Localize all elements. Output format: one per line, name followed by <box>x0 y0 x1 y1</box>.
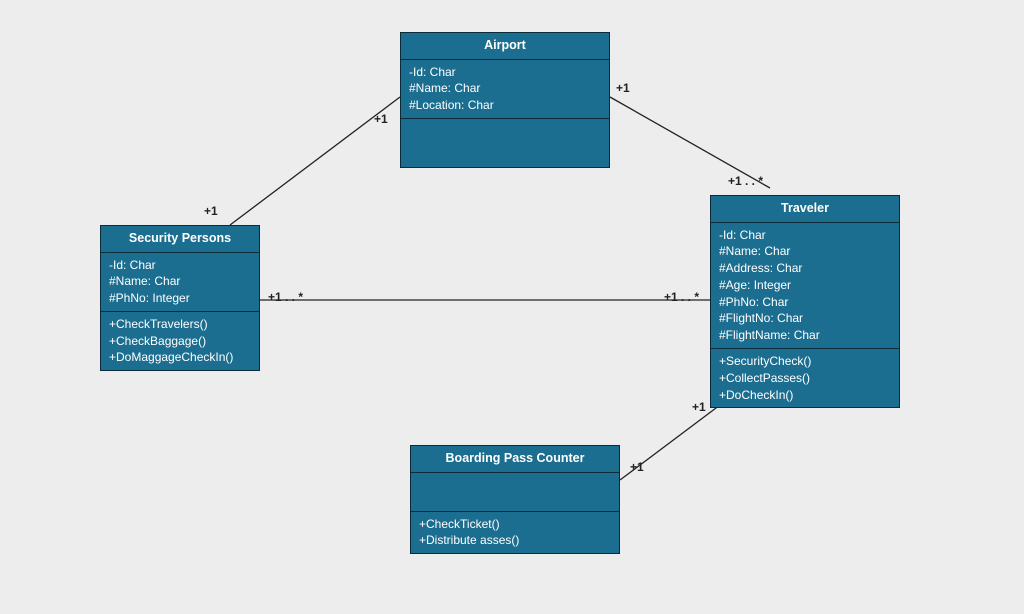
attribute: #Name: Char <box>719 243 891 260</box>
method: +DoCheckIn() <box>719 387 891 404</box>
attribute: #Name: Char <box>109 273 251 290</box>
class-methods: +CheckTicket() +Distribute asses() <box>411 512 619 554</box>
attribute: #PhNo: Char <box>719 294 891 311</box>
multiplicity: +1 <box>204 204 218 218</box>
multiplicity: +1 <box>374 112 388 126</box>
multiplicity: +1 <box>616 81 630 95</box>
class-title: Traveler <box>711 196 899 223</box>
multiplicity: +1 . . * <box>728 174 763 188</box>
class-attributes: -Id: Char #Name: Char #Address: Char #Ag… <box>711 223 899 350</box>
method: +CheckTravelers() <box>109 316 251 333</box>
class-attributes: -Id: Char #Name: Char #PhNo: Integer <box>101 253 259 312</box>
attribute: #Name: Char <box>409 80 601 97</box>
attribute: #PhNo: Integer <box>109 290 251 307</box>
class-boarding-pass-counter: Boarding Pass Counter +CheckTicket() +Di… <box>410 445 620 554</box>
class-title: Airport <box>401 33 609 60</box>
class-title: Security Persons <box>101 226 259 253</box>
class-title: Boarding Pass Counter <box>411 446 619 473</box>
uml-class-diagram: { "classes": { "airport": { "title": "Ai… <box>0 0 1024 614</box>
method: +SecurityCheck() <box>719 353 891 370</box>
multiplicity: +1 <box>630 460 644 474</box>
attribute: -Id: Char <box>409 64 601 81</box>
method: +CheckTicket() <box>419 516 611 533</box>
class-methods: +SecurityCheck() +CollectPasses() +DoChe… <box>711 349 899 407</box>
class-attributes: -Id: Char #Name: Char #Location: Char <box>401 60 609 119</box>
class-security-persons: Security Persons -Id: Char #Name: Char #… <box>100 225 260 371</box>
attribute: #FlightName: Char <box>719 327 891 344</box>
attribute: #Location: Char <box>409 97 601 114</box>
multiplicity: +1 <box>692 400 706 414</box>
multiplicity: +1 . . * <box>664 290 699 304</box>
class-methods <box>401 119 609 167</box>
multiplicity: +1 . . * <box>268 290 303 304</box>
class-traveler: Traveler -Id: Char #Name: Char #Address:… <box>710 195 900 408</box>
attribute: #Address: Char <box>719 260 891 277</box>
class-airport: Airport -Id: Char #Name: Char #Location:… <box>400 32 610 168</box>
method: +CheckBaggage() <box>109 333 251 350</box>
method: +DoMaggageCheckIn() <box>109 349 251 366</box>
method: +Distribute asses() <box>419 532 611 549</box>
attribute: #FlightNo: Char <box>719 310 891 327</box>
class-attributes <box>411 473 619 512</box>
attribute: -Id: Char <box>109 257 251 274</box>
method: +CollectPasses() <box>719 370 891 387</box>
attribute: #Age: Integer <box>719 277 891 294</box>
class-methods: +CheckTravelers() +CheckBaggage() +DoMag… <box>101 312 259 370</box>
attribute: -Id: Char <box>719 227 891 244</box>
